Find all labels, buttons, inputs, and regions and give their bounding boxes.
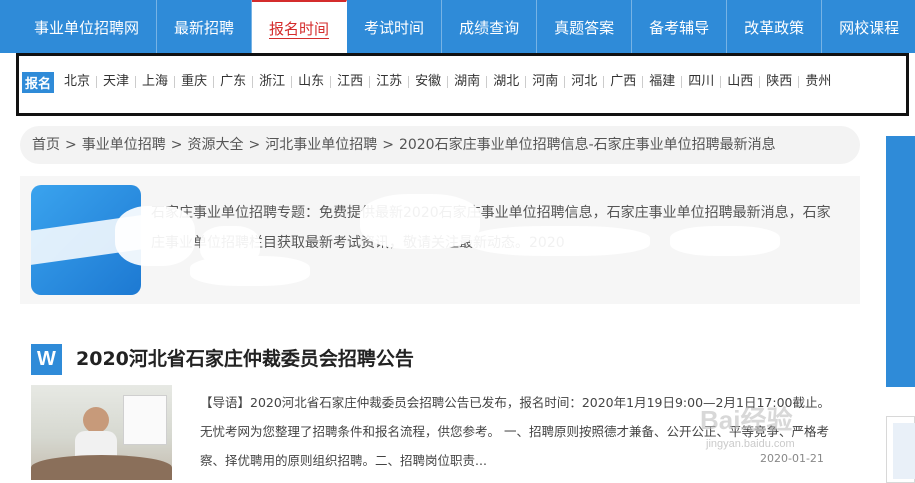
region-link[interactable]: 四川 bbox=[682, 75, 722, 88]
region-link[interactable]: 湖南 bbox=[448, 75, 488, 88]
region-link[interactable]: 上海 bbox=[136, 75, 176, 88]
region-link[interactable]: 福建 bbox=[643, 75, 683, 88]
breadcrumb-hebei-recruitment[interactable]: 河北事业单位招聘 bbox=[265, 137, 377, 153]
breadcrumb-resources[interactable]: 资源大全 bbox=[187, 137, 243, 153]
topic-intro-box: 石家庄事业单位招聘专题：免费提供最新2020石家庄事业单位招聘信息，石家庄事业单… bbox=[20, 176, 860, 304]
article-date: 2020-01-21 bbox=[760, 452, 824, 465]
breadcrumb: 首页 > 事业单位招聘 > 资源大全 > 河北事业单位招聘 >2020石家庄事业单位招聘信息-… bbox=[20, 126, 860, 164]
breadcrumb-home[interactable]: 首页 bbox=[32, 137, 60, 153]
region-link[interactable]: 山东 bbox=[292, 75, 332, 88]
nav-item-home[interactable]: 事业单位招聘网 bbox=[0, 0, 158, 53]
nav-item-registration-time-label: 报名时间 bbox=[269, 20, 330, 39]
breadcrumb-separator: > bbox=[65, 137, 77, 153]
region-link[interactable]: 陕西 bbox=[760, 75, 800, 88]
region-link[interactable]: 北京 bbox=[58, 75, 98, 88]
region-link[interactable]: 河北 bbox=[565, 75, 605, 88]
breadcrumb-separator: > bbox=[170, 137, 183, 153]
region-link[interactable]: 河南 bbox=[526, 75, 566, 88]
breadcrumb-separator: > bbox=[382, 137, 394, 153]
baidu-jingyan-watermark: Bai经验 bbox=[700, 405, 793, 435]
nav-item-latest-recruitment[interactable]: 最新招聘 bbox=[157, 0, 253, 53]
region-link[interactable]: 安徽 bbox=[409, 75, 449, 88]
breadcrumb-separator: > bbox=[248, 137, 261, 153]
article-title-link[interactable]: 2020河北省石家庄仲裁委员会招聘公告 bbox=[76, 344, 414, 375]
right-side-box[interactable] bbox=[886, 416, 915, 483]
region-link[interactable]: 江苏 bbox=[370, 75, 410, 88]
region-list: 报名 北京 天津 上海 重庆 广东 浙江 山东 江西 江苏 安徽 湖南 湖北 河南 河北 广西 福建 四川 山西陕… bbox=[22, 67, 906, 97]
region-link[interactable]: 广西 bbox=[604, 75, 644, 88]
nav-item-online-courses[interactable]: 网校课程 bbox=[822, 0, 915, 53]
region-link[interactable]: 江西 bbox=[331, 75, 371, 88]
breadcrumb-recruitment[interactable]: 事业单位招聘 bbox=[82, 137, 166, 153]
region-link[interactable]: 山西 bbox=[721, 75, 761, 88]
region-link[interactable]: 天津 bbox=[97, 75, 137, 88]
region-link[interactable]: 广东 bbox=[214, 75, 254, 88]
region-tag-label: 报名 bbox=[22, 71, 55, 93]
nav-item-exam-time[interactable]: 考试时间 bbox=[347, 0, 443, 53]
breadcrumb-current: 2020石家庄事业单位招聘信息-石家庄事业单位招聘最新消息 bbox=[398, 137, 776, 153]
article-thumbnail-image[interactable] bbox=[31, 385, 172, 480]
top-nav: 事业单位招聘网 最新招聘 报名时间 考试时间 成绩查询 真题答案 备考辅导 改革… bbox=[0, 0, 915, 53]
region-link[interactable]: 浙江 bbox=[253, 75, 293, 88]
region-link[interactable]: 贵州 bbox=[799, 75, 837, 88]
article-type-icon: W bbox=[31, 344, 62, 375]
nav-item-reform-policy[interactable]: 改革政策 bbox=[727, 0, 823, 53]
nav-item-registration-time[interactable]: 报名时间 bbox=[252, 0, 348, 53]
nav-item-past-answers[interactable]: 真题答案 bbox=[537, 0, 633, 53]
region-link[interactable]: 湖北 bbox=[487, 75, 527, 88]
nav-item-exam-prep[interactable]: 备考辅导 bbox=[632, 0, 728, 53]
nav-item-score-query[interactable]: 成绩查询 bbox=[442, 0, 538, 53]
baidu-jingyan-watermark-url: jingyan.baidu.com bbox=[706, 438, 795, 450]
region-filter-bar: 报名 北京 天津 上海 重庆 广东 浙江 山东 江西 江苏 安徽 湖南 湖北 河南 河北 广西 福建 四川 山西陕… bbox=[16, 53, 909, 116]
region-link[interactable]: 重庆 bbox=[175, 75, 215, 88]
right-ad-banner[interactable] bbox=[886, 136, 915, 387]
